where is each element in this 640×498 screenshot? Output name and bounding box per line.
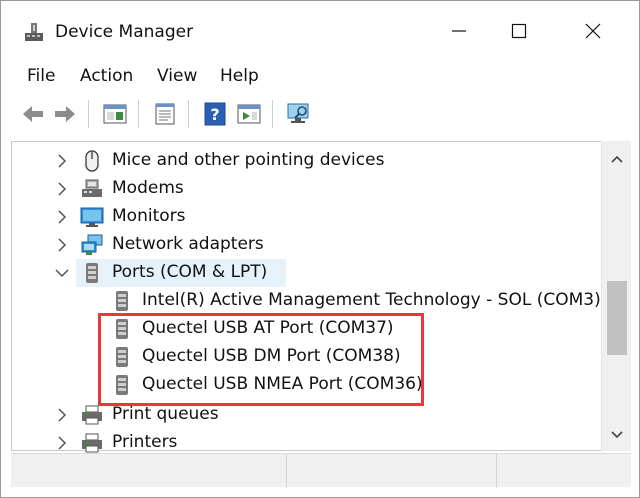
scan-hardware-button[interactable]: [285, 100, 313, 128]
annotation-highlight-box: [98, 313, 424, 406]
tree-node-modems[interactable]: Modems: [12, 175, 602, 203]
tree-node-label: Ports (COM & LPT): [112, 262, 268, 282]
tree-node-monitors[interactable]: Monitors: [12, 203, 602, 231]
chevron-down-icon[interactable]: [54, 265, 70, 281]
port-icon: [86, 263, 98, 283]
chevron-right-icon[interactable]: [54, 407, 70, 423]
tree-node-label: Monitors: [112, 206, 186, 226]
modem-icon: [82, 179, 102, 197]
scan-hardware-changes-icon: [287, 103, 309, 123]
svg-text:?: ?: [210, 105, 219, 124]
action-pane-button[interactable]: [235, 100, 263, 128]
show-hide-tree-button[interactable]: [101, 100, 129, 128]
network-adapter-icon: [81, 234, 103, 255]
scroll-down-button[interactable]: [602, 421, 632, 449]
back-button[interactable]: [19, 100, 47, 128]
tree-node-label: Mice and other pointing devices: [112, 150, 385, 170]
toolbar-separator: [138, 100, 139, 128]
chevron-right-icon[interactable]: [54, 435, 70, 451]
port-icon: [116, 291, 128, 311]
toolbar-separator: [188, 100, 189, 128]
tree-node-mice[interactable]: Mice and other pointing devices: [12, 147, 602, 175]
monitor-icon: [80, 207, 104, 227]
device-manager-window: Device Manager File Action View Help ? M…: [0, 0, 640, 498]
maximize-icon: [511, 23, 527, 39]
status-bar-divider: [286, 454, 287, 488]
maximize-button[interactable]: [497, 11, 541, 51]
tree-node-intel-amt-com3[interactable]: Intel(R) Active Management Technology - …: [12, 287, 602, 315]
properties-button[interactable]: [151, 100, 179, 128]
chevron-right-icon[interactable]: [54, 237, 70, 253]
mouse-icon: [85, 150, 99, 172]
menu-view[interactable]: View: [157, 66, 197, 86]
chevron-up-icon: [611, 155, 623, 163]
scroll-up-button[interactable]: [602, 145, 632, 173]
toolbar-separator: [88, 100, 89, 128]
menu-help[interactable]: Help: [220, 66, 259, 86]
forward-arrow-icon: [55, 106, 75, 122]
back-arrow-icon: [23, 106, 43, 122]
toolbar: ?: [1, 96, 639, 136]
chevron-right-icon[interactable]: [54, 209, 70, 225]
toolbar-separator: [272, 100, 273, 128]
tree-node-label: Modems: [112, 178, 184, 198]
minimize-icon: [452, 30, 466, 32]
device-manager-icon: [25, 23, 43, 41]
show-hide-console-tree-icon: [103, 104, 127, 124]
tree-node-label: Intel(R) Active Management Technology - …: [142, 290, 601, 310]
tree-node-label: Printers: [112, 432, 178, 452]
vertical-scrollbar[interactable]: [601, 141, 631, 451]
title-bar[interactable]: Device Manager: [1, 1, 639, 63]
menu-action[interactable]: Action: [80, 66, 133, 86]
minimize-button[interactable]: [437, 11, 481, 51]
menu-bar: File Action View Help: [1, 63, 639, 93]
chevron-right-icon[interactable]: [54, 153, 70, 169]
chevron-down-icon: [611, 431, 623, 439]
tree-node-label: Print queues: [112, 404, 219, 424]
tree-node-ports[interactable]: Ports (COM & LPT): [12, 259, 602, 287]
printer-icon: [82, 405, 102, 425]
close-icon: [585, 23, 601, 39]
properties-icon: [155, 103, 175, 125]
action-pane-icon: [237, 104, 261, 124]
close-button[interactable]: [571, 11, 615, 51]
tree-node-network-adapters[interactable]: Network adapters: [12, 231, 602, 259]
printer-icon: [82, 433, 102, 453]
forward-button[interactable]: [51, 100, 79, 128]
status-bar: [11, 453, 631, 488]
status-bar-divider: [496, 454, 497, 488]
window-title: Device Manager: [55, 22, 194, 42]
menu-file[interactable]: File: [27, 66, 55, 86]
chevron-right-icon[interactable]: [54, 181, 70, 197]
scroll-thumb[interactable]: [607, 281, 627, 355]
tree-node-label: Network adapters: [112, 234, 264, 254]
help-icon: ?: [204, 102, 226, 126]
help-button[interactable]: ?: [201, 100, 229, 128]
